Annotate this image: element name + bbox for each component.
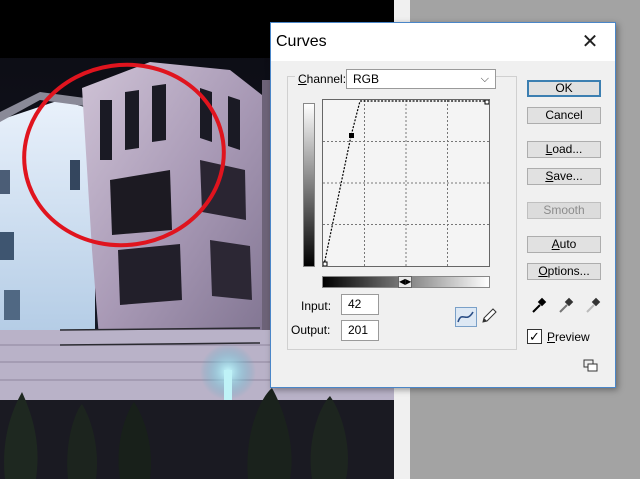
load-button[interactable]: Load... <box>527 141 601 158</box>
save-button[interactable]: Save... <box>527 168 601 185</box>
curve-point-selected[interactable] <box>349 133 354 138</box>
pencil-icon[interactable] <box>479 307 501 327</box>
dialog-title: Curves <box>276 33 327 50</box>
output-field[interactable]: 201 <box>341 320 379 341</box>
preview-label: Preview <box>547 330 590 344</box>
output-gradient-bar <box>303 103 315 267</box>
curve-point-black[interactable] <box>323 261 328 266</box>
input-label: Input: <box>301 299 332 313</box>
smooth-button[interactable]: Smooth <box>527 202 601 219</box>
curves-dialog: Curves ✕ Channel: RGB ⌵ ◀▶ Input: 42 Out… <box>270 22 616 388</box>
curve-graph[interactable] <box>322 99 490 267</box>
channel-label: Channel: <box>295 72 350 86</box>
gray-point-eyedropper-icon[interactable] <box>558 296 574 314</box>
chevron-down-icon: ⌵ <box>480 73 489 85</box>
ok-button[interactable]: OK <box>527 80 601 97</box>
curve-point-icon[interactable] <box>455 307 477 327</box>
preview-checkbox[interactable]: ✓ <box>527 329 542 344</box>
close-icon[interactable]: ✕ <box>575 29 605 55</box>
input-field[interactable]: 42 <box>341 294 379 315</box>
channel-select[interactable]: RGB ⌵ <box>346 69 496 89</box>
channel-value: RGB <box>353 72 380 86</box>
dialog-titlebar[interactable]: Curves ✕ <box>271 23 615 61</box>
curve-grid <box>323 100 489 266</box>
expand-dialog-icon[interactable] <box>583 359 599 373</box>
output-label: Output: <box>291 323 331 337</box>
auto-button[interactable]: Auto <box>527 236 601 253</box>
options-button[interactable]: Options... <box>527 263 601 280</box>
cancel-button[interactable]: Cancel <box>527 107 601 124</box>
black-point-eyedropper-icon[interactable] <box>531 296 547 314</box>
white-point-eyedropper-icon[interactable] <box>585 296 601 314</box>
gradient-toggle-handle[interactable]: ◀▶ <box>398 276 412 288</box>
curve-point-white[interactable] <box>484 100 489 105</box>
